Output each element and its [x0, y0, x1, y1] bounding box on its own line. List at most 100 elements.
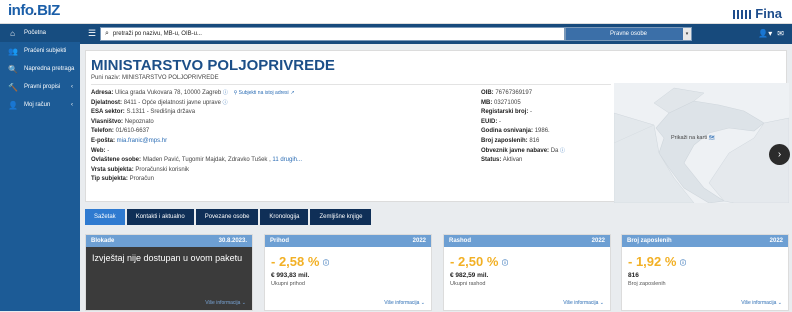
sidebar-item-regulations[interactable]: 🔨 Pravni propisi ‹: [0, 78, 80, 96]
authorized-persons: Mladen Pavić, Tugomir Majdak, Zdravko Tu…: [142, 157, 271, 164]
search-icon: 🔍: [8, 64, 18, 74]
box-year: 2022: [591, 238, 605, 244]
logo-suffix: BIZ: [37, 2, 60, 19]
sidebar-item-home[interactable]: ⌂ Početna: [0, 24, 80, 42]
sidebar-item-label: Napredna pretraga: [24, 66, 75, 72]
next-arrow-button[interactable]: ›: [769, 144, 790, 165]
employees-value: 816: [529, 137, 540, 144]
search-icon: ⌕: [105, 30, 109, 37]
users-icon: 👥: [8, 46, 18, 56]
chevron-down-icon: ▾: [683, 28, 691, 40]
info-icon[interactable]: ⓘ: [223, 90, 228, 96]
reg-value: -: [530, 109, 533, 116]
more-info-link[interactable]: Više informacija ⌄: [741, 300, 782, 306]
logo-prefix: info: [8, 2, 34, 19]
home-icon: ⌂: [10, 28, 15, 38]
mb-value: 03271005: [494, 99, 521, 106]
more-info-link[interactable]: Više informacija ⌄: [384, 300, 425, 306]
procurement-value: Da: [550, 147, 559, 154]
box-title: Blokade: [91, 238, 115, 244]
status-value: Aktivan: [502, 157, 523, 164]
map-preview[interactable]: Prikaži na karti 🗺: [614, 83, 789, 203]
external-link-icon[interactable]: ↗: [290, 90, 294, 96]
blokade-text: Izvještaj nije dostupan u ovom paketu: [92, 253, 243, 263]
email-link[interactable]: mia.franic@mps.hr: [117, 138, 167, 144]
percent-change: - 2,58 % ⓘ: [271, 254, 330, 269]
company-details-left: Adresa: Ulica grada Vukovara 78, 10000 Z…: [91, 90, 302, 183]
more-info-link[interactable]: Više informacija ⌄: [563, 300, 604, 306]
founded-value: 1986.: [534, 128, 550, 135]
full-name: Puni naziv: MINISTARSTVO POLJOPRIVREDE: [91, 75, 219, 81]
mail-icon[interactable]: ✉: [777, 29, 784, 38]
sidebar-item-account[interactable]: 👤 Moj račun ‹: [0, 96, 80, 114]
box-title: Rashod: [449, 238, 472, 244]
tab-related-persons[interactable]: Povezane osobe: [195, 209, 259, 225]
percent-change: - 2,50 % ⓘ: [450, 254, 509, 269]
fina-stripes-icon: [733, 10, 754, 20]
tab-land-registry[interactable]: Zemljišne knjige: [310, 209, 372, 225]
entity-type-select[interactable]: Pravne osobe ▾: [565, 27, 692, 41]
esa-value: S.1311 - Središnja država: [126, 109, 196, 116]
amount-label: Ukupni rashod: [450, 281, 486, 287]
sidebar-item-advanced-search[interactable]: 🔍 Napredna pretraga: [0, 60, 80, 78]
rashod-box: Rashod 2022 - 2,50 % ⓘ € 982,59 mil. Ukup…: [443, 234, 611, 311]
sidebar-item-followed[interactable]: 👥 Praćeni subjekti: [0, 42, 80, 60]
top-bar: info.BIZ Fina: [0, 0, 792, 24]
info-icon[interactable]: ⓘ: [680, 261, 686, 267]
tab-contacts[interactable]: Kontakti i aktualno: [126, 209, 194, 225]
phone-value: 01/610-6637: [115, 128, 150, 135]
percent-change: - 1,92 % ⓘ: [628, 254, 687, 269]
box-year: 2022: [769, 238, 783, 244]
amount-value: € 993,83 mil.: [271, 272, 310, 279]
info-icon[interactable]: ⓘ: [323, 261, 329, 267]
activity-value: 8411 - Opće djelatnosti javne uprave: [123, 99, 221, 106]
search-placeholder: pretraži po nazivu, MB-u, OIB-u...: [112, 31, 202, 37]
amount-label: Broj zaposlenih: [628, 281, 666, 287]
sidebar-item-label: Početna: [24, 30, 47, 36]
subject-kind-value: Proračunski korisnik: [135, 166, 190, 173]
info-icon[interactable]: ⓘ: [502, 261, 508, 267]
tab-summary[interactable]: Sažetak: [85, 209, 125, 225]
address-value: Ulica grada Vukovara 78, 10000 Zagreb: [115, 90, 222, 96]
box-year: 2022: [412, 238, 426, 244]
search-input[interactable]: ⌕ pretraži po nazivu, MB-u, OIB-u...: [100, 27, 565, 41]
authorized-more-link[interactable]: 11 drugih...: [272, 157, 302, 163]
sidebar-item-label: Moj račun: [24, 102, 51, 108]
company-card: MINISTARSTVO POLJOPRIVREDE Puni naziv: M…: [85, 50, 789, 203]
user-icon: 👤: [8, 100, 18, 110]
user-menu-icon[interactable]: 👤▾: [758, 29, 772, 38]
prihod-box: Prihod 2022 - 2,58 % ⓘ € 993,83 mil. Ukup…: [264, 234, 432, 311]
fina-label: Fina: [755, 6, 782, 21]
map-link[interactable]: Prikaži na karti 🗺: [671, 135, 715, 141]
same-address-link[interactable]: ⚲ Subjekti na istoj adresi: [234, 90, 289, 96]
croatia-map-icon: [614, 83, 789, 203]
info-icon[interactable]: ⓘ: [223, 100, 228, 106]
sidebar-item-label: Praćeni subjekti: [24, 48, 67, 54]
euid-value: -: [499, 118, 502, 125]
more-info-link[interactable]: Više informacija ⌄: [205, 300, 246, 306]
menu-icon[interactable]: ☰: [88, 28, 96, 39]
chevron-left-icon: ‹: [71, 102, 73, 108]
company-details-right: OIB: 76767369197 MB: 03271005 Registarsk…: [481, 90, 566, 164]
amount-value: 816: [628, 272, 639, 279]
oib-value: 76767369197: [495, 90, 533, 96]
navbar: ☰ ⌕ pretraži po nazivu, MB-u, OIB-u... Pr…: [80, 24, 792, 44]
blokade-box: Blokade 30.8.2023. Izvještaj nije dostupa…: [85, 234, 253, 311]
gavel-icon: 🔨: [8, 82, 18, 92]
chevron-left-icon: ‹: [71, 84, 73, 90]
subject-type-value: Proračun: [129, 176, 154, 183]
box-title: Prihod: [270, 238, 289, 244]
ownership-value: Nepoznato: [124, 118, 154, 125]
infobiz-logo[interactable]: info.BIZ: [8, 2, 60, 19]
fina-logo: Fina: [733, 6, 782, 21]
info-icon[interactable]: ⓘ: [560, 148, 565, 154]
map-icon: 🗺: [708, 135, 715, 141]
employees-box: Broj zaposlenih 2022 - 1,92 % ⓘ 816 Broj …: [621, 234, 789, 311]
divider: [91, 84, 611, 85]
tabs: Sažetak Kontakti i aktualno Povezane oso…: [85, 209, 372, 225]
sidebar: ⌂ Početna 👥 Praćeni subjekti 🔍 Napredna pre…: [0, 24, 80, 311]
company-title: MINISTARSTVO POLJOPRIVREDE: [91, 57, 335, 74]
sidebar-item-label: Pravni propisi: [24, 84, 61, 90]
box-date: 30.8.2023.: [218, 238, 247, 244]
tab-chronology[interactable]: Kronologija: [260, 209, 309, 225]
